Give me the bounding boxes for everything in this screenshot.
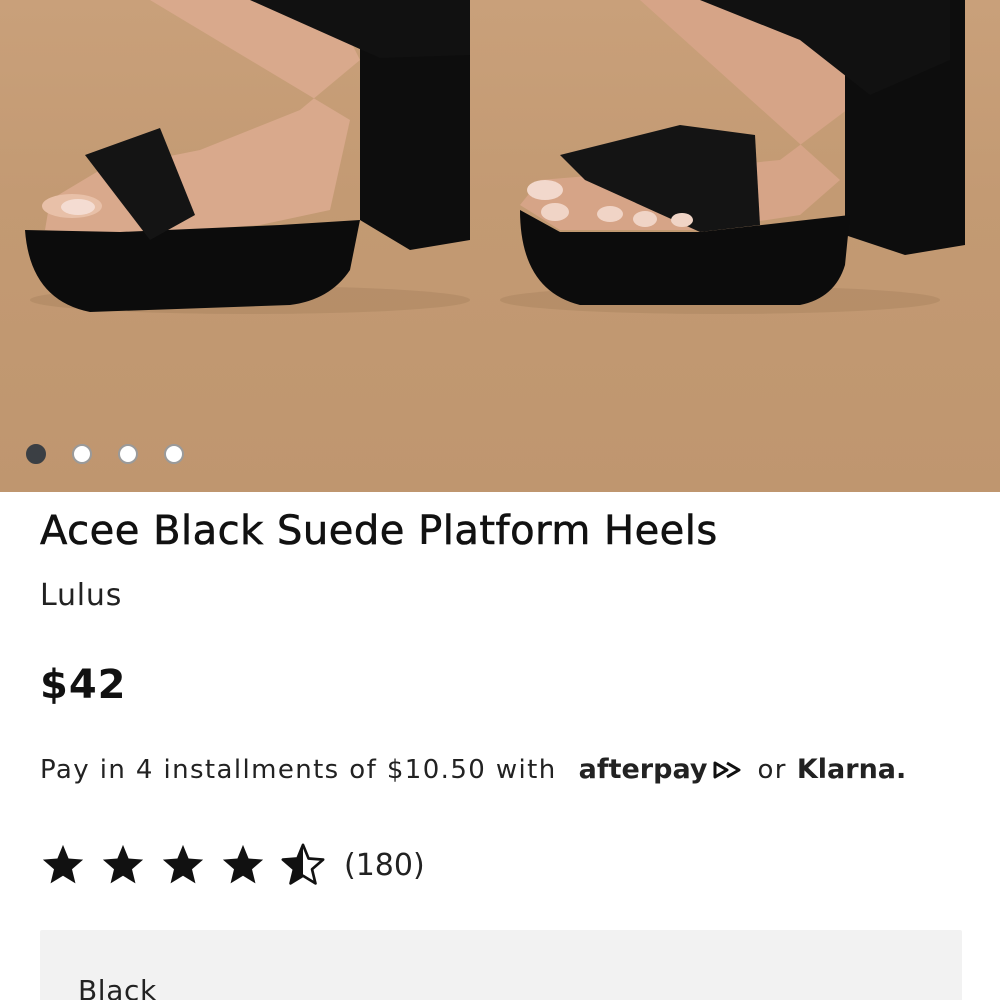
klarna-logo[interactable]: Klarna. — [797, 754, 906, 785]
installments-text: Pay in 4 installments of $10.50 with — [40, 754, 557, 785]
review-count[interactable]: (180) — [344, 848, 425, 883]
brand-name[interactable]: Lulus — [40, 578, 122, 613]
heels-illustration — [25, 0, 965, 314]
star-full-icon — [102, 844, 144, 884]
afterpay-arrows-icon — [713, 761, 741, 778]
carousel-dots — [26, 444, 184, 464]
star-full-icon — [162, 844, 204, 884]
product-image[interactable] — [0, 0, 1000, 492]
carousel-dot[interactable] — [118, 444, 138, 464]
star-full-icon — [222, 844, 264, 884]
afterpay-logo[interactable]: afterpay — [579, 754, 746, 785]
star-full-icon — [42, 844, 84, 884]
or-text: or — [757, 754, 787, 785]
installments-info[interactable]: Pay in 4 installments of $10.50 with aft… — [40, 754, 906, 785]
selected-color: Black — [78, 974, 157, 1000]
product-title: Acee Black Suede Platform Heels — [40, 508, 718, 555]
product-price: $42 — [40, 662, 127, 708]
color-selector[interactable]: Black — [40, 930, 962, 1000]
star-rating[interactable]: (180) — [40, 842, 425, 888]
star-half-icon — [281, 843, 325, 885]
afterpay-label: afterpay — [578, 754, 708, 785]
carousel-dot[interactable] — [72, 444, 92, 464]
carousel-dot[interactable] — [164, 444, 184, 464]
carousel-dot[interactable] — [26, 444, 46, 464]
